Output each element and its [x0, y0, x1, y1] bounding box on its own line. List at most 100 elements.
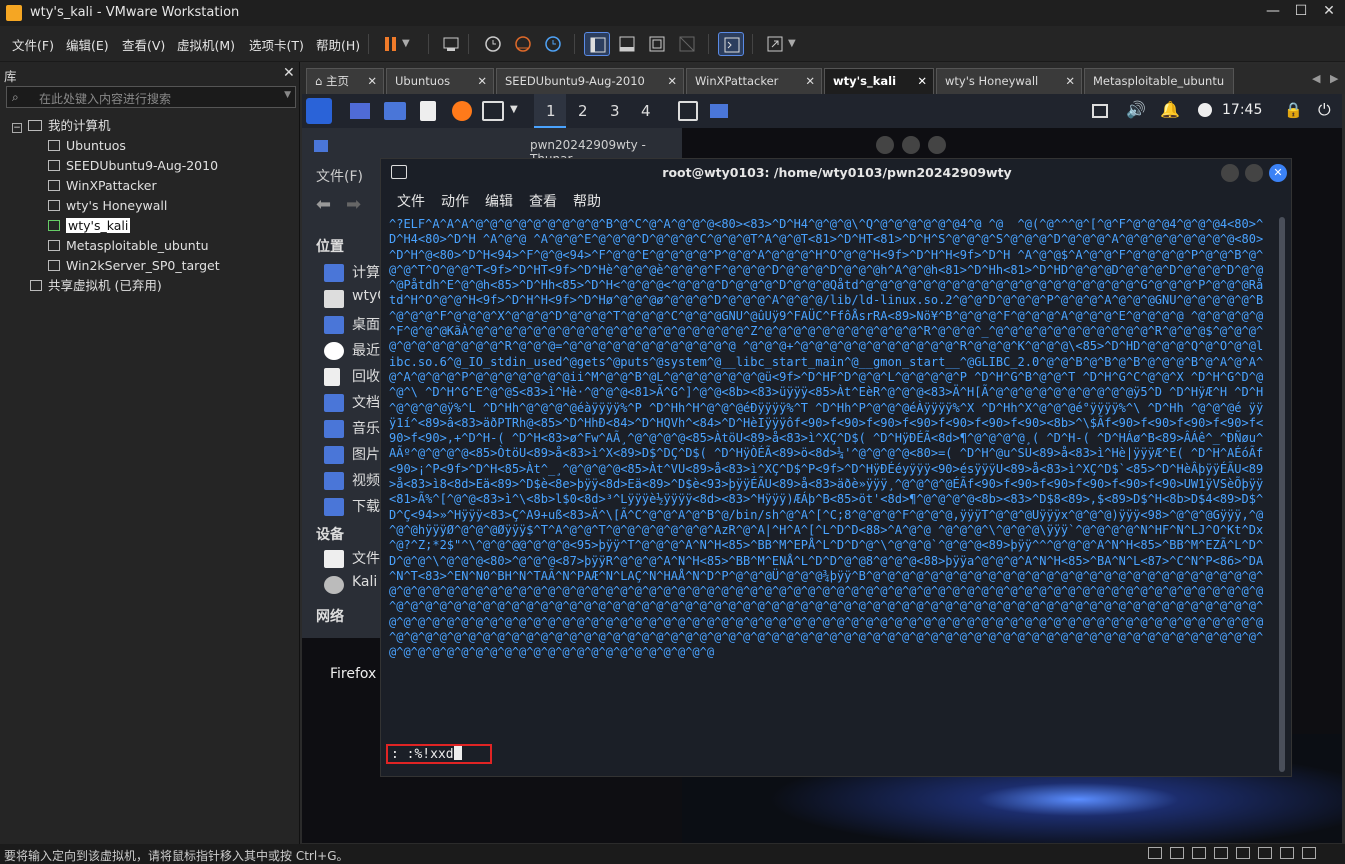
tree-item-win2kserver[interactable]: Win2kServer_SP0_target — [48, 257, 220, 275]
full-screen-dropdown-icon[interactable]: ▼ — [788, 38, 814, 62]
volume-icon[interactable]: 🔊 — [1126, 100, 1146, 119]
library-search-input[interactable]: ⌕ 在此处键入内容进行搜索 ▼ — [6, 86, 296, 108]
chevron-down-icon[interactable]: ▼ — [510, 104, 518, 115]
close-icon[interactable]: ✕ — [1065, 69, 1075, 93]
cd-drive-icon[interactable] — [1192, 847, 1206, 859]
close-icon[interactable]: ✕ — [367, 69, 377, 93]
device-filesystem[interactable]: 文件 — [352, 548, 380, 568]
thunar-minimize-button[interactable] — [876, 136, 894, 154]
menu-file[interactable]: 文件(F) — [12, 35, 54, 54]
firefox-icon[interactable] — [452, 101, 472, 121]
terminal-scrollbar[interactable] — [1279, 217, 1285, 772]
send-ctrl-alt-del-icon[interactable] — [438, 32, 464, 56]
terminal-output[interactable]: ^?ELF^A^A^A^@^@^@^@^@^@^@^@^@^B^@^C^@^A^… — [389, 217, 1269, 747]
menu-view[interactable]: 查看(V) — [122, 35, 165, 54]
place-documents[interactable]: 文档 — [352, 392, 380, 412]
tree-item-shared[interactable]: 共享虚拟机 (已弃用) — [30, 277, 162, 295]
place-computer[interactable]: 计算 — [352, 262, 380, 282]
place-downloads[interactable]: 下载 — [352, 496, 380, 516]
message-icon[interactable] — [1302, 847, 1316, 859]
snapshot-icon[interactable] — [480, 32, 506, 56]
tab-kali[interactable]: wty's_kali ✕ — [824, 68, 934, 94]
terminal-menu-edit[interactable]: 编辑 — [485, 191, 513, 211]
place-recent[interactable]: 最近 — [352, 340, 380, 360]
workspace-1[interactable]: 1 — [546, 102, 556, 120]
kali-menu-icon[interactable] — [306, 98, 332, 124]
tab-winxpattacker[interactable]: WinXPattacker ✕ — [686, 68, 822, 94]
tree-item-kali[interactable]: wty's_kali — [48, 217, 131, 235]
place-desktop[interactable]: 桌面 — [352, 314, 380, 334]
forward-arrow-icon[interactable]: ➡ — [346, 194, 361, 215]
terminal-window-icon[interactable] — [678, 101, 698, 121]
maximize-button[interactable]: ☐ — [1286, 3, 1316, 23]
tree-item-seedubuntu[interactable]: SEEDUbuntu9-Aug-2010 — [48, 157, 218, 175]
close-icon[interactable]: ✕ — [667, 69, 677, 93]
lock-icon[interactable]: 🔒 — [1284, 101, 1303, 119]
tree-item-winxpattacker[interactable]: WinXPattacker — [48, 177, 157, 195]
show-library-icon[interactable] — [584, 32, 610, 56]
thunar-menu-file[interactable]: 文件(F) — [316, 166, 363, 186]
close-button[interactable]: ✕ — [1314, 3, 1344, 23]
terminal-menu-view[interactable]: 查看 — [529, 191, 557, 211]
clock[interactable]: 17:45 — [1222, 102, 1262, 118]
tab-honeywall[interactable]: wty's Honeywall ✕ — [936, 68, 1082, 94]
snapshot-manager-icon[interactable] — [540, 32, 566, 56]
close-icon[interactable]: ✕ — [477, 69, 487, 93]
tree-item-ubuntuos[interactable]: Ubuntuos — [48, 137, 126, 155]
fit-guest-icon[interactable] — [644, 32, 670, 56]
logout-icon[interactable]: ⏻ — [1318, 100, 1331, 120]
place-pictures[interactable]: 图片 — [352, 444, 380, 464]
unity-icon[interactable] — [674, 32, 700, 56]
tab-seedubuntu[interactable]: SEEDUbuntu9-Aug-2010 ✕ — [496, 68, 684, 94]
place-videos[interactable]: 视频 — [352, 470, 380, 490]
close-icon[interactable]: ✕ — [805, 69, 815, 93]
thunar-window-icon[interactable] — [710, 104, 728, 118]
terminal-icon[interactable] — [482, 101, 504, 121]
workspace-3[interactable]: 3 — [610, 102, 620, 120]
console-view-icon[interactable] — [718, 32, 744, 56]
workspace-4[interactable]: 4 — [641, 102, 651, 120]
terminal-menu-help[interactable]: 帮助 — [573, 191, 601, 211]
display-status-icon[interactable] — [1280, 847, 1294, 859]
hard-disk-icon[interactable] — [1148, 847, 1162, 859]
tab-scroll-left-icon[interactable]: ◀ — [1312, 72, 1320, 85]
tree-item-honeywall[interactable]: wty's Honeywall — [48, 197, 167, 215]
guest-display[interactable]: ▼ 1 2 3 4 🔊 🔔 17:45 🔒 ⏻ pwn20242909wty -… — [302, 94, 1342, 843]
desktop-firefox-label[interactable]: Firefox — [330, 666, 376, 682]
thumbnail-bar-icon[interactable] — [614, 32, 640, 56]
pause-icon[interactable] — [378, 32, 404, 56]
menu-tabs[interactable]: 选项卡(T) — [249, 35, 304, 54]
display-icon[interactable] — [1092, 104, 1108, 118]
library-close-icon[interactable]: ✕ — [283, 65, 295, 81]
chevron-down-icon[interactable]: ▼ — [284, 90, 291, 100]
power-status-icon[interactable] — [1198, 103, 1212, 117]
revert-snapshot-icon[interactable] — [510, 32, 536, 56]
show-desktop-icon[interactable] — [350, 103, 370, 119]
notification-bell-icon[interactable]: 🔔 — [1160, 100, 1180, 119]
menu-vm[interactable]: 虚拟机(M) — [177, 35, 235, 54]
terminal-close-button[interactable]: ✕ — [1269, 164, 1287, 182]
terminal-window[interactable]: root@wty0103: /home/wty0103/pwn20242909w… — [380, 158, 1292, 777]
close-icon[interactable]: ✕ — [917, 69, 927, 93]
tree-item-metasploitable[interactable]: Metasploitable_ubuntu — [48, 237, 209, 255]
terminal-menu-file[interactable]: 文件 — [397, 191, 425, 211]
terminal-menu-action[interactable]: 动作 — [441, 191, 469, 211]
terminal-minimize-button[interactable] — [1221, 164, 1239, 182]
file-manager-icon[interactable] — [384, 102, 406, 120]
terminal-maximize-button[interactable] — [1245, 164, 1263, 182]
printer-icon[interactable] — [1258, 847, 1272, 859]
place-trash[interactable]: 回收 — [352, 366, 380, 386]
usb-icon[interactable] — [1214, 847, 1228, 859]
vim-command-line[interactable]: : :%!xxd — [391, 746, 462, 762]
thunar-close-button[interactable] — [928, 136, 946, 154]
tab-metasploitable[interactable]: Metasploitable_ubuntu — [1084, 68, 1234, 94]
tab-ubuntuos[interactable]: Ubuntuos ✕ — [386, 68, 494, 94]
workspace-2[interactable]: 2 — [578, 102, 588, 120]
tab-scroll-right-icon[interactable]: ▶ — [1330, 72, 1338, 85]
menu-edit[interactable]: 编辑(E) — [66, 35, 109, 54]
network-adapter-icon[interactable] — [1170, 847, 1184, 859]
thunar-maximize-button[interactable] — [902, 136, 920, 154]
text-editor-icon[interactable] — [420, 101, 436, 121]
back-arrow-icon[interactable]: ⬅ — [316, 194, 331, 215]
tab-home[interactable]: ⌂ 主页 ✕ — [306, 68, 384, 94]
